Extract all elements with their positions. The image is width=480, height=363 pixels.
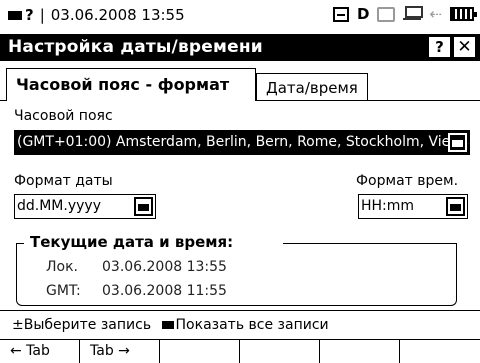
drive-d-icon: D [356, 5, 370, 23]
status-datetime: 03.06.2008 13:55 [50, 6, 185, 24]
softkey-tab-back[interactable]: ← Tab [0, 340, 80, 363]
date-format-label: Формат даты [14, 173, 113, 189]
network-icon [403, 6, 424, 22]
gmt-time-row: GMT: 03.06.2008 11:55 [46, 283, 227, 299]
dropdown-icon[interactable] [134, 197, 153, 216]
date-format-select[interactable]: dd.MM.yyyy [14, 194, 156, 219]
tab-timezone-format[interactable]: Часовой пояс - формат [6, 68, 256, 101]
date-format-value: dd.MM.yyyy [17, 198, 101, 214]
softkey-4[interactable] [240, 340, 320, 363]
softkey-3[interactable] [160, 340, 240, 363]
softkey-bar: ← Tab Tab → [0, 339, 480, 363]
show-all-hint: Показать все записи [175, 317, 329, 333]
plus-minus-icon: ± [12, 317, 24, 333]
status-bar: ? | 03.06.2008 13:55 D ⇠ [0, 0, 480, 34]
local-time-row: Лок. 03.06.2008 13:55 [46, 259, 227, 275]
softkey-tab-forward[interactable]: Tab → [80, 340, 160, 363]
tab-strip: Часовой пояс - формат Дата/время [0, 61, 480, 101]
keyboard-icon [8, 10, 22, 20]
select-entry-hint: Выберите запись [23, 317, 152, 333]
time-format-select[interactable]: HH:mm [358, 194, 468, 219]
usb-icon: ⇠ [429, 5, 442, 23]
local-label: Лок. [46, 259, 78, 275]
status-icons: D ⇠ [332, 5, 477, 23]
softkey-5[interactable] [320, 340, 400, 363]
status-left: ? | 03.06.2008 13:55 [8, 6, 185, 24]
timezone-label: Часовой пояс [14, 108, 113, 124]
dropdown-icon[interactable] [446, 197, 465, 216]
title-bar: Настройка даты/времени ? ✕ [0, 34, 480, 61]
keyboard-key-icon [161, 321, 174, 329]
tab-date-time[interactable]: Дата/время [256, 73, 368, 101]
printer-icon [377, 6, 396, 22]
help-button[interactable]: ? [429, 37, 450, 57]
time-format-label: Формат врем. [356, 173, 459, 189]
local-value: 03.06.2008 13:55 [102, 259, 227, 275]
timezone-value: (GMT+01:00) Amsterdam, Berlin, Bern, Rom… [17, 134, 470, 150]
close-button[interactable]: ✕ [454, 37, 475, 57]
disk-icon [332, 6, 349, 22]
timezone-select[interactable]: (GMT+01:00) Amsterdam, Berlin, Bern, Rom… [14, 130, 470, 155]
current-datetime-title: Текущие дата и время: [28, 233, 236, 251]
gmt-value: 03.06.2008 11:55 [102, 283, 227, 299]
gmt-label: GMT: [46, 283, 81, 299]
window-title: Настройка даты/времени [8, 37, 263, 57]
status-separator: | [39, 6, 45, 24]
softkey-6[interactable] [400, 340, 480, 363]
group-border [16, 243, 24, 244]
time-format-value: HH:mm [361, 198, 415, 214]
hint-bar: ±Выберите запись Показать все записи [0, 310, 480, 338]
dropdown-icon[interactable] [448, 133, 467, 152]
help-status-icon: ? [25, 6, 34, 24]
group-border [283, 243, 457, 244]
battery-icon [450, 7, 477, 21]
